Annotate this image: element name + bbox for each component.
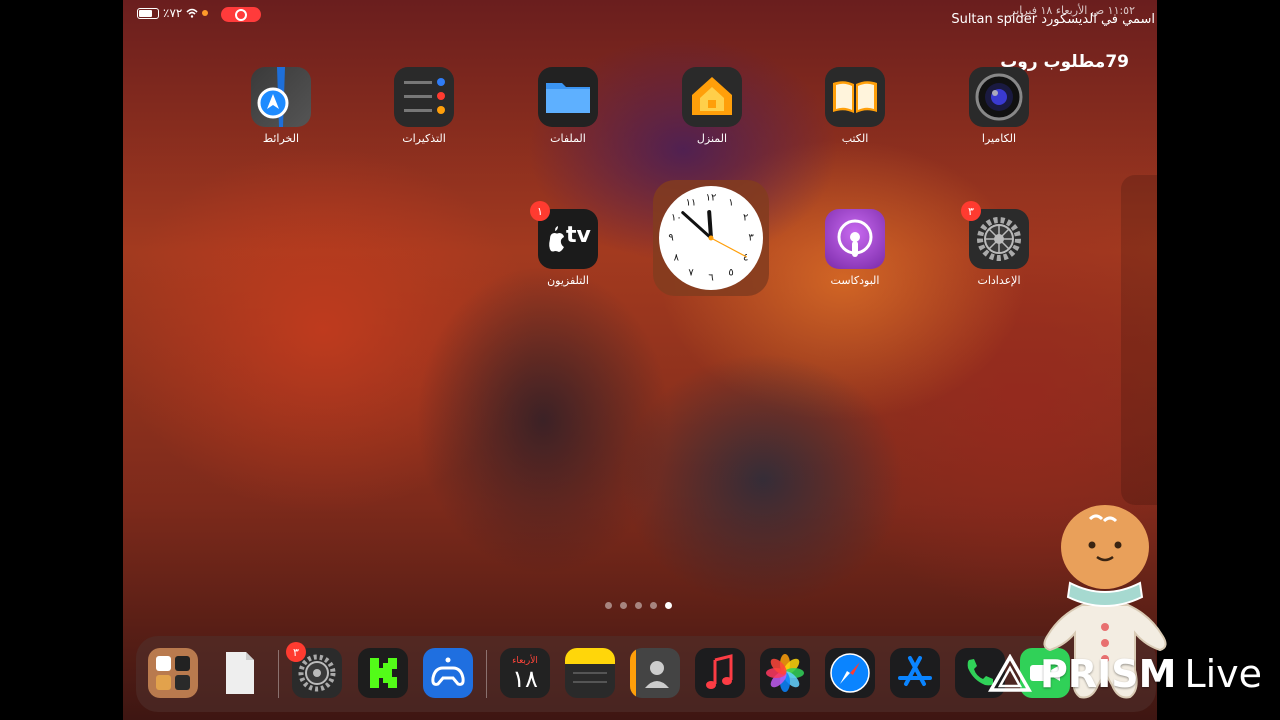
home-icon bbox=[682, 67, 742, 127]
notes-icon[interactable] bbox=[565, 648, 615, 698]
dock-separator bbox=[278, 650, 279, 698]
tv-text: tv bbox=[566, 223, 591, 248]
notification-badge: ٣ bbox=[286, 642, 306, 662]
camera-icon bbox=[969, 67, 1029, 127]
clock-widget[interactable]: ١٢ ١ ٢ ٣ ٤ ٥ ٦ ٧ ٨ ٩ ١٠ ١١ bbox=[653, 180, 769, 296]
clock-face-icon: ١٢ ١ ٢ ٣ ٤ ٥ ٦ ٧ ٨ ٩ ١٠ ١١ bbox=[659, 186, 763, 290]
app-label: الخرائط bbox=[262, 132, 300, 145]
notification-badge: ٣ bbox=[961, 201, 981, 221]
kick-icon[interactable] bbox=[358, 648, 408, 698]
contacts-icon[interactable] bbox=[630, 648, 680, 698]
app-folder-icon[interactable] bbox=[148, 648, 198, 698]
record-icon bbox=[235, 8, 247, 21]
app-camera[interactable]: الكاميرا bbox=[954, 67, 1044, 145]
app-label: البودكاست bbox=[830, 274, 880, 287]
page-dot[interactable] bbox=[650, 602, 657, 609]
clock-center bbox=[708, 235, 714, 241]
notification-badge: ١ bbox=[530, 201, 550, 221]
maps-icon bbox=[251, 67, 311, 127]
folder-icon bbox=[538, 67, 598, 127]
time-date: ١١:٥٢ ص الأربعاء ١٨ فبراير bbox=[1010, 4, 1135, 17]
second-hand bbox=[710, 237, 747, 258]
prism-logo-icon bbox=[988, 654, 1032, 692]
battery-icon bbox=[137, 7, 159, 19]
calendar-icon[interactable]: الأربعاء ١٨ bbox=[500, 648, 550, 698]
app-home[interactable]: المنزل bbox=[667, 67, 757, 145]
dock-separator bbox=[486, 650, 487, 698]
app-reminders[interactable]: التذكيرات bbox=[379, 67, 469, 145]
ps-remote-play-icon[interactable] bbox=[423, 648, 473, 698]
app-label: الكتب bbox=[841, 132, 869, 145]
book-icon bbox=[825, 67, 885, 127]
wifi-icon bbox=[186, 8, 198, 18]
document-icon[interactable] bbox=[214, 648, 264, 698]
app-files[interactable]: الملفات bbox=[523, 67, 613, 145]
minute-hand bbox=[681, 211, 713, 240]
home-screen: ٪٧٢ اسمي في الديسكورد Sultan spider ١١:٥… bbox=[123, 0, 1157, 720]
page-indicator[interactable] bbox=[605, 602, 672, 609]
prism-live-watermark: PRISM Live bbox=[988, 652, 1262, 696]
hour-hand bbox=[707, 210, 713, 240]
app-books[interactable]: الكتب bbox=[810, 67, 900, 145]
prism-live-word: Live bbox=[1184, 652, 1263, 696]
app-label: الكاميرا bbox=[981, 132, 1017, 145]
music-icon[interactable] bbox=[695, 648, 745, 698]
app-label: التلفزيون bbox=[547, 274, 589, 287]
mic-indicator-icon bbox=[202, 10, 209, 16]
page-dot[interactable] bbox=[665, 602, 672, 609]
app-label: الملفات bbox=[550, 132, 586, 145]
dock-settings-icon[interactable]: ٣ bbox=[286, 642, 342, 698]
page-dot[interactable] bbox=[605, 602, 612, 609]
calendar-day-number: ١٨ bbox=[512, 665, 538, 693]
prism-brand: PRISM bbox=[1040, 652, 1177, 696]
safari-icon[interactable] bbox=[825, 648, 875, 698]
battery-percent: ٪٧٢ bbox=[163, 6, 183, 20]
photos-icon[interactable] bbox=[760, 648, 810, 698]
reminders-icon bbox=[394, 67, 454, 127]
app-label: الإعدادات bbox=[977, 274, 1021, 287]
app-maps[interactable]: الخرائط bbox=[236, 67, 326, 145]
page-dot[interactable] bbox=[620, 602, 627, 609]
app-store-icon[interactable] bbox=[890, 648, 940, 698]
page-dot[interactable] bbox=[635, 602, 642, 609]
app-tv[interactable]: ١ tv التلفزيون bbox=[523, 201, 613, 287]
screen-recording-indicator[interactable] bbox=[221, 7, 261, 22]
app-label: المنزل bbox=[696, 132, 728, 145]
side-panel-handle[interactable] bbox=[1121, 175, 1157, 505]
app-label: التذكيرات bbox=[402, 132, 446, 145]
status-bar-left: ٪٧٢ bbox=[137, 6, 209, 20]
podcasts-icon bbox=[825, 209, 885, 269]
clock-hands bbox=[681, 210, 747, 258]
app-settings[interactable]: ٣ الإعدادات bbox=[954, 201, 1044, 287]
app-podcasts[interactable]: البودكاست bbox=[810, 209, 900, 287]
